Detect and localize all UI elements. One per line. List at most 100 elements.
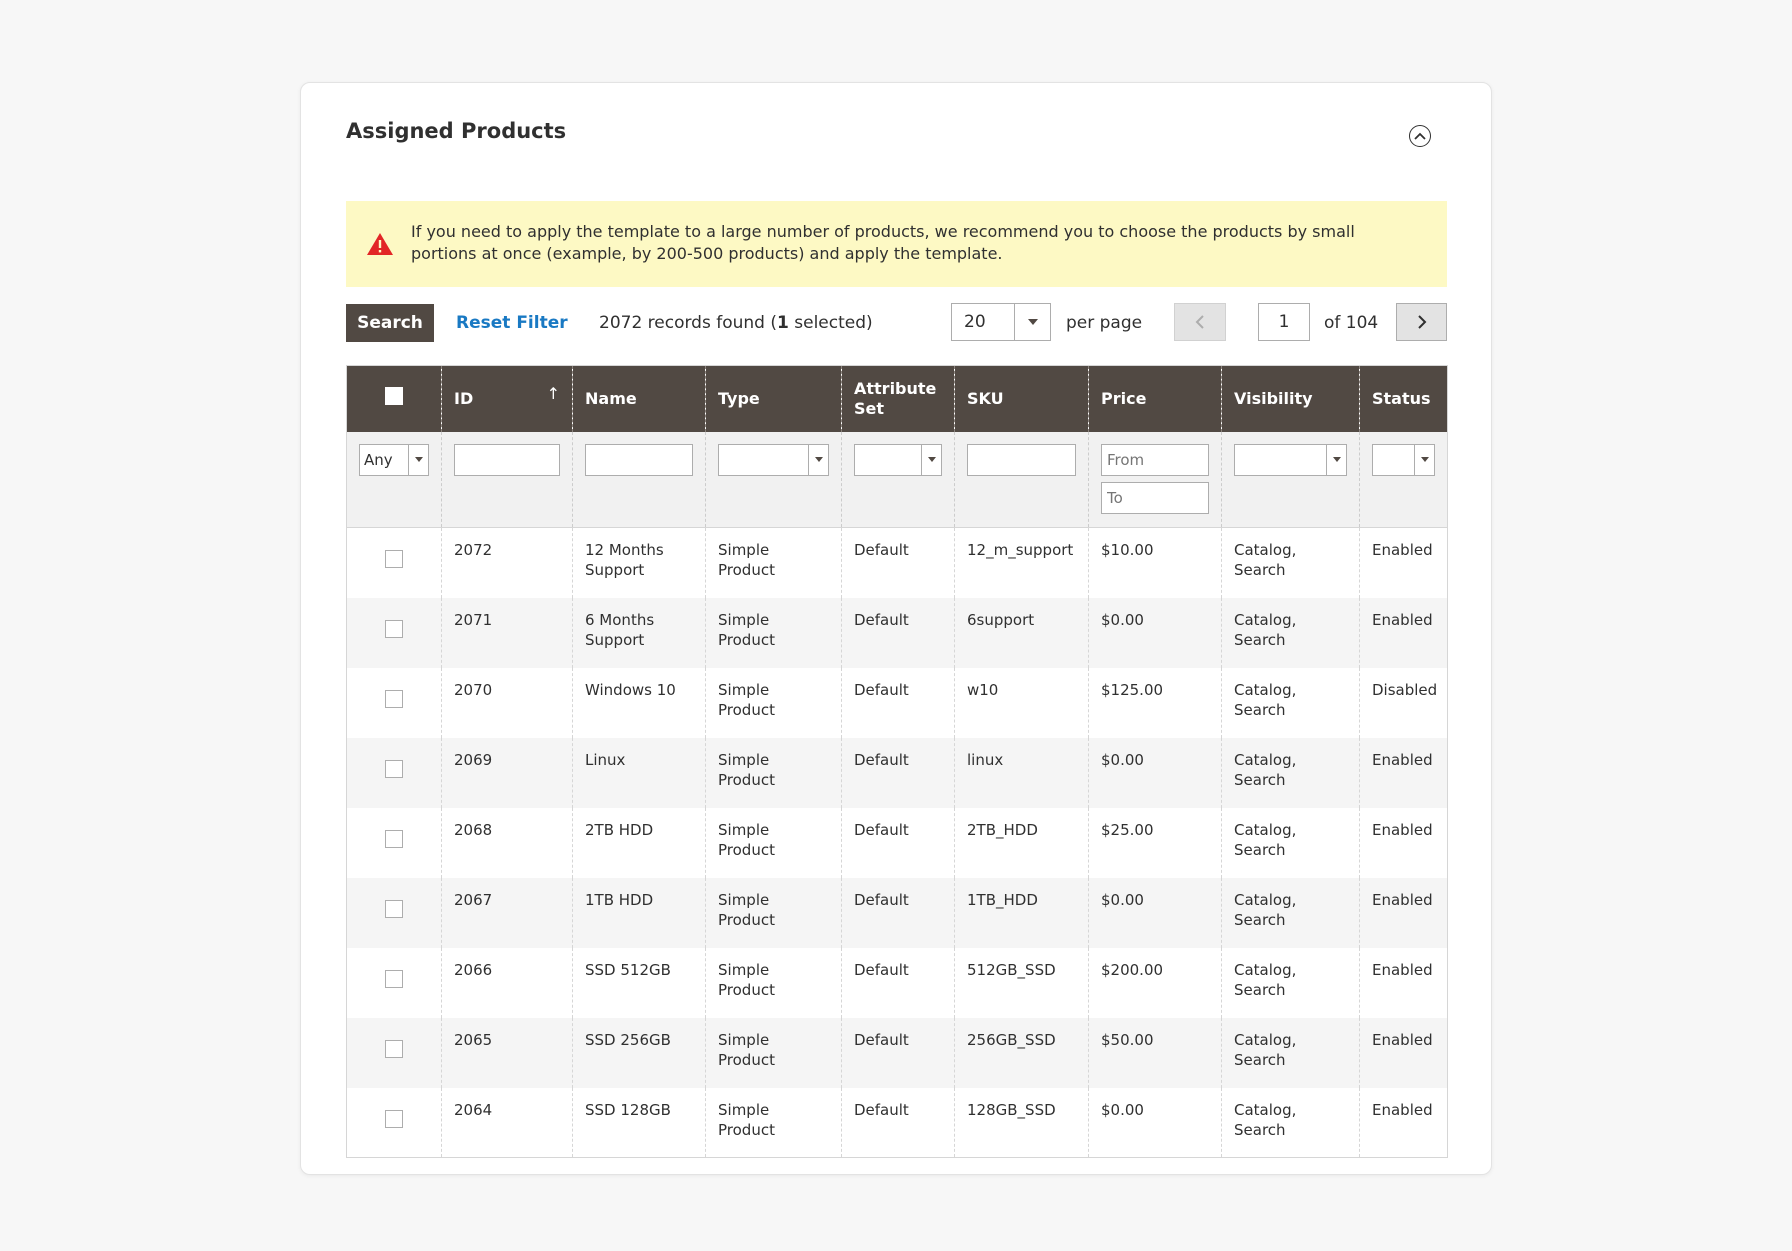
attribute-set-filter-select[interactable] xyxy=(854,443,942,476)
column-header-sku[interactable]: SKU xyxy=(954,365,1089,432)
table-row[interactable]: 2072 12 Months Support Simple Product Defau… xyxy=(346,527,1448,598)
price-to-input[interactable] xyxy=(1101,481,1209,514)
cell-sku: 256GB_SSD xyxy=(954,1017,1089,1088)
cell-attribute-set: Default xyxy=(841,1017,955,1088)
cell-price: $25.00 xyxy=(1088,807,1222,878)
cell-type: Simple Product xyxy=(705,667,842,738)
table-row[interactable]: 2070 Windows 10 Simple Product Default w10 $1… xyxy=(346,667,1448,738)
selection-filter-select[interactable]: Any xyxy=(359,443,429,476)
table-row[interactable]: 2064 SSD 128GB Simple Product Default 128GB_… xyxy=(346,1087,1448,1158)
cell-sku: 2TB_HDD xyxy=(954,807,1089,878)
cell-attribute-set: Default xyxy=(841,807,955,878)
status-filter-select[interactable] xyxy=(1372,443,1435,476)
select-all-column xyxy=(346,365,442,432)
filter-selection-cell: Any xyxy=(346,431,442,528)
row-select-cell xyxy=(346,947,442,1018)
type-filter-select[interactable] xyxy=(718,443,829,476)
chevron-up-circle-icon[interactable] xyxy=(1409,125,1431,147)
row-checkbox[interactable] xyxy=(385,899,403,918)
cell-visibility: Catalog, Search xyxy=(1221,1087,1360,1158)
visibility-filter-select[interactable] xyxy=(1234,443,1347,476)
column-header-visibility[interactable]: Visibility xyxy=(1221,365,1360,432)
table-row[interactable]: 2067 1TB HDD Simple Product Default 1TB_HDD $… xyxy=(346,877,1448,948)
cell-type: Simple Product xyxy=(705,527,842,598)
cell-type: Simple Product xyxy=(705,1087,842,1158)
dropdown-arrow-icon xyxy=(1326,444,1346,475)
chevron-left-icon xyxy=(1195,315,1204,329)
sku-filter-input[interactable] xyxy=(967,443,1076,476)
table-row[interactable]: 2069 Linux Simple Product Default linux $0.00… xyxy=(346,737,1448,808)
cell-price: $0.00 xyxy=(1088,597,1222,668)
cell-id: 2069 xyxy=(441,737,573,808)
row-checkbox[interactable] xyxy=(385,689,403,708)
cell-visibility: Catalog, Search xyxy=(1221,1017,1360,1088)
cell-type: Simple Product xyxy=(705,1017,842,1088)
cell-attribute-set: Default xyxy=(841,667,955,738)
row-checkbox[interactable] xyxy=(385,829,403,848)
cell-id: 2064 xyxy=(441,1087,573,1158)
filter-attribute-set-cell xyxy=(841,431,955,528)
id-filter-input[interactable] xyxy=(454,443,560,476)
column-header-attribute-set[interactable]: Attribute Set xyxy=(841,365,955,432)
table-row[interactable]: 2068 2TB HDD Simple Product Default 2TB_HDD $… xyxy=(346,807,1448,878)
cell-type: Simple Product xyxy=(705,597,842,668)
dropdown-arrow-icon xyxy=(408,444,428,475)
chevron-right-icon xyxy=(1417,315,1426,329)
selected-count: 1 xyxy=(777,313,789,333)
row-checkbox[interactable] xyxy=(385,619,403,638)
per-page-value: 20 xyxy=(964,312,986,332)
row-select-cell xyxy=(346,807,442,878)
grid-toolbar: Search Reset Filter 2072 records found (… xyxy=(346,303,1447,343)
table-row[interactable]: 2071 6 Months Support Simple Product Defaul… xyxy=(346,597,1448,668)
filter-sku-cell xyxy=(954,431,1089,528)
column-header-id[interactable]: ID ↑ xyxy=(441,365,573,432)
row-checkbox[interactable] xyxy=(385,550,403,568)
column-label: ID xyxy=(454,388,474,408)
cell-sku: 12_m_support xyxy=(954,527,1089,598)
filter-status-cell xyxy=(1359,431,1448,528)
records-label: records found ( xyxy=(642,313,777,333)
warning-icon xyxy=(367,233,393,255)
row-checkbox[interactable] xyxy=(385,1039,403,1058)
price-from-input[interactable] xyxy=(1101,443,1209,476)
next-page-button[interactable] xyxy=(1396,303,1447,341)
cell-id: 2068 xyxy=(441,807,573,878)
row-checkbox[interactable] xyxy=(385,1109,403,1128)
row-checkbox[interactable] xyxy=(385,969,403,988)
row-select-cell xyxy=(346,737,442,808)
column-header-status[interactable]: Status xyxy=(1359,365,1448,432)
selection-filter-value: Any xyxy=(364,450,393,469)
column-header-price[interactable]: Price xyxy=(1088,365,1222,432)
cell-status: Enabled xyxy=(1359,1087,1448,1158)
previous-page-button[interactable] xyxy=(1174,303,1226,341)
table-row[interactable]: 2065 SSD 256GB Simple Product Default 256GB_… xyxy=(346,1017,1448,1088)
cell-visibility: Catalog, Search xyxy=(1221,667,1360,738)
selected-label: selected) xyxy=(788,313,873,333)
row-checkbox[interactable] xyxy=(385,759,403,778)
search-button[interactable]: Search xyxy=(346,304,434,342)
current-page-input[interactable] xyxy=(1258,303,1310,341)
cell-id: 2070 xyxy=(441,667,573,738)
cell-name: Windows 10 xyxy=(572,667,706,738)
cell-visibility: Catalog, Search xyxy=(1221,807,1360,878)
name-filter-input[interactable] xyxy=(585,443,693,476)
cell-visibility: Catalog, Search xyxy=(1221,947,1360,1018)
cell-status: Disabled xyxy=(1359,667,1448,738)
dropdown-arrow-icon[interactable] xyxy=(1014,304,1050,340)
column-header-name[interactable]: Name xyxy=(572,365,706,432)
cell-attribute-set: Default xyxy=(841,1087,955,1158)
cell-id: 2066 xyxy=(441,947,573,1018)
cell-status: Enabled xyxy=(1359,877,1448,948)
select-all-checkbox[interactable] xyxy=(385,387,403,406)
cell-sku: linux xyxy=(954,737,1089,808)
cell-visibility: Catalog, Search xyxy=(1221,527,1360,598)
cell-sku: w10 xyxy=(954,667,1089,738)
notice-message: If you need to apply the template to a l… xyxy=(346,201,1447,287)
reset-filter-link[interactable]: Reset Filter xyxy=(456,313,568,333)
table-row[interactable]: 2066 SSD 512GB Simple Product Default 512GB_… xyxy=(346,947,1448,1018)
per-page-select[interactable]: 20 xyxy=(951,303,1051,341)
cell-status: Enabled xyxy=(1359,807,1448,878)
column-header-type[interactable]: Type xyxy=(705,365,842,432)
cell-name: SSD 128GB xyxy=(572,1087,706,1158)
filter-name-cell xyxy=(572,431,706,528)
